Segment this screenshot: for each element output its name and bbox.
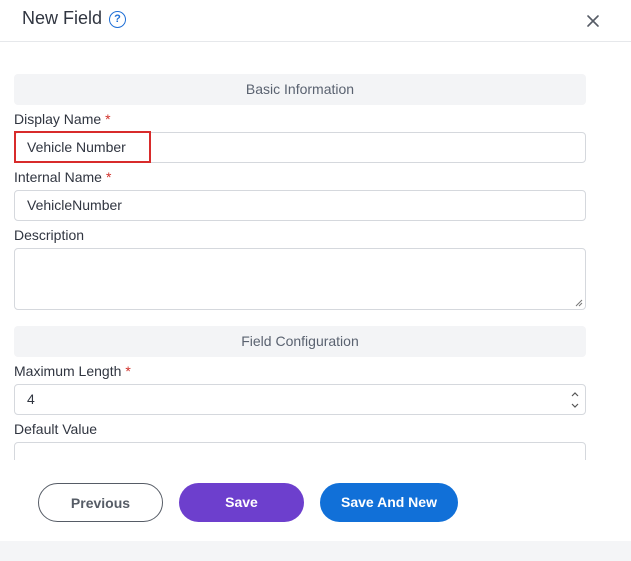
default-value-input[interactable] (14, 442, 586, 460)
internal-name-input[interactable]: VehicleNumber (14, 190, 586, 221)
form-scroll-area[interactable]: Basic Information Display Name * Vehicle … (0, 42, 631, 460)
dialog-header: New Field ? (0, 0, 631, 42)
new-field-dialog: New Field ? Basic Information Display Na… (0, 0, 631, 541)
section-field-configuration: Field Configuration (14, 326, 586, 357)
default-value-label: Default Value (14, 421, 97, 437)
description-label-text: Description (14, 227, 85, 243)
help-icon[interactable]: ? (109, 11, 126, 28)
display-name-label-text: Display Name (14, 111, 102, 127)
section-basic-information: Basic Information (14, 74, 586, 105)
dialog-footer: Previous Save Save And New (0, 460, 631, 541)
display-name-input[interactable]: Vehicle Number (14, 132, 586, 163)
description-label: Description (14, 227, 84, 243)
resize-grip-icon[interactable] (575, 299, 583, 307)
required-marker: * (105, 169, 112, 185)
default-value-label-text: Default Value (14, 421, 98, 437)
maximum-length-label: Maximum Length * (14, 363, 131, 379)
display-name-label: Display Name * (14, 111, 111, 127)
required-marker: * (105, 111, 111, 127)
save-button[interactable]: Save (179, 483, 304, 522)
maximum-length-input[interactable]: 4 (14, 384, 586, 415)
required-marker: * (125, 363, 131, 379)
description-textarea[interactable] (14, 248, 586, 310)
maximum-length-value: 4 (27, 391, 35, 407)
maximum-length-label-text: Maximum Length (14, 363, 122, 379)
internal-name-label-text: Internal Name (14, 169, 102, 185)
spinner-arrows-icon[interactable] (571, 388, 579, 412)
previous-button[interactable]: Previous (38, 483, 163, 522)
internal-name-label: Internal Name * (14, 169, 111, 185)
dialog-title: New Field (22, 8, 103, 28)
save-and-new-button[interactable]: Save And New (320, 483, 458, 522)
close-icon[interactable] (585, 13, 601, 29)
